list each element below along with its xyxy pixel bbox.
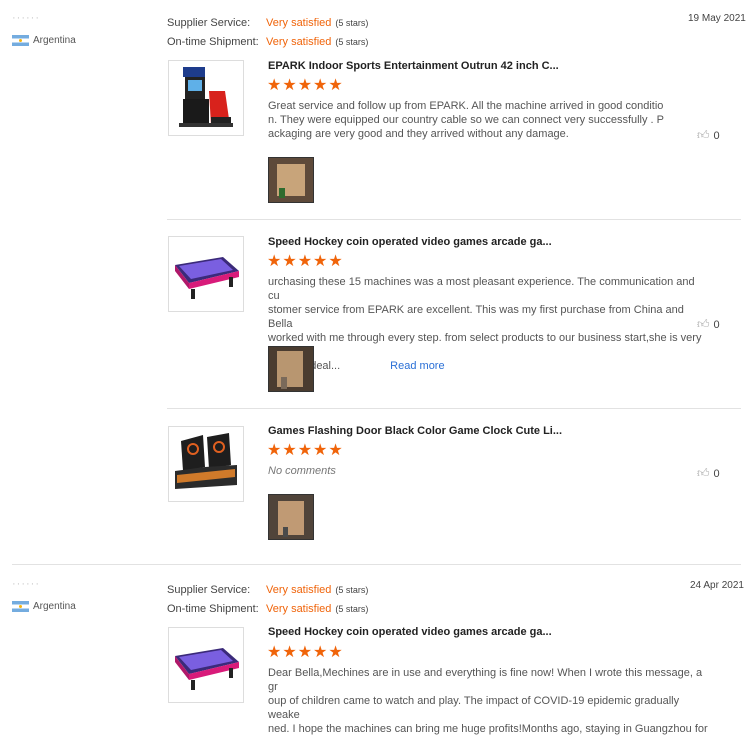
supplier-service-stars: (5 stars) <box>335 18 369 28</box>
product-title[interactable]: Speed Hockey coin operated video games a… <box>268 626 552 638</box>
air-hockey-image <box>169 237 243 311</box>
comment-line: worked with me through every step. from … <box>268 332 702 358</box>
product-star-rating: ★★★★★ <box>267 77 344 94</box>
product-divider <box>167 408 741 409</box>
supplier-service-rating: Supplier Service: <box>167 580 250 598</box>
buyer-name: ······ <box>12 12 40 24</box>
country-label: Argentina <box>33 35 76 47</box>
shipment-label: On-time Shipment: <box>167 36 259 48</box>
product-thumbnail[interactable] <box>168 60 244 136</box>
shipment-stars: (5 stars) <box>335 604 369 614</box>
buyer-name: ······ <box>12 578 40 590</box>
review-photo[interactable] <box>268 494 314 540</box>
comment-line: atient to deal...Read more <box>268 359 708 373</box>
review-photo[interactable] <box>268 346 314 392</box>
product-title[interactable]: EPARK Indoor Sports Entertainment Outrun… <box>268 60 559 72</box>
shipment-label: On-time Shipment: <box>167 603 259 615</box>
review-divider <box>12 564 741 565</box>
no-comments-text: No comments <box>268 465 336 477</box>
supplier-service-value: Very satisfied <box>266 17 332 29</box>
comment-line: ned. I hope the machines can bring me hu… <box>268 723 708 735</box>
read-more-link[interactable]: Read more <box>390 360 444 372</box>
crate-photo-image <box>269 347 313 391</box>
supplier-service-value: Very satisfied <box>266 584 332 596</box>
thumbs-up-icon: 👍︎ <box>697 317 710 331</box>
argentina-flag-icon <box>12 601 29 613</box>
review-comment: Great service and follow up from EPARK. … <box>268 99 698 141</box>
shipment-stars: (5 stars) <box>335 37 369 47</box>
comment-line: ackaging are very good and they arrived … <box>268 128 569 140</box>
review-comment: urchasing these 15 machines was a most p… <box>268 275 708 373</box>
product-title[interactable]: Speed Hockey coin operated video games a… <box>268 236 552 248</box>
product-thumbnail[interactable] <box>168 236 244 312</box>
supplier-service-stars: (5 stars) <box>335 585 369 595</box>
supplier-service-value-group: Very satisfied (5 stars) <box>266 580 368 598</box>
comment-line: Dear Bella,Mechines are in use and every… <box>268 667 703 693</box>
buyer-country: Argentina <box>12 32 76 50</box>
crate-photo-image <box>269 495 313 539</box>
product-star-rating: ★★★★★ <box>267 253 344 270</box>
comment-line: Great service and follow up from EPARK. … <box>268 100 664 112</box>
product-star-rating: ★★★★★ <box>267 442 344 459</box>
supplier-service-rating: Supplier Service: <box>167 13 250 31</box>
comment-line: urchasing these 15 machines was a most p… <box>268 276 695 302</box>
shipment-value: Very satisfied <box>266 603 332 615</box>
like-count: 0 <box>713 319 720 331</box>
review-photo[interactable] <box>268 157 314 203</box>
thumbs-up-icon: 👍︎ <box>697 466 710 480</box>
shipment-rating: On-time Shipment: <box>167 599 259 617</box>
product-star-rating: ★★★★★ <box>267 644 344 661</box>
like-count: 0 <box>713 468 720 480</box>
country-label: Argentina <box>33 601 76 613</box>
review-date: 19 May 2021 <box>688 13 746 24</box>
shipment-rating: On-time Shipment: <box>167 32 259 50</box>
supplier-service-label: Supplier Service: <box>167 584 251 596</box>
shipment-value: Very satisfied <box>266 36 332 48</box>
crate-photo-image <box>269 158 313 202</box>
comment-line: oup of children came to watch and play. … <box>268 695 680 721</box>
like-button[interactable]: 👍︎ 0 <box>697 466 720 481</box>
comment-line: n. They were equipped our country cable … <box>268 114 665 126</box>
air-hockey-image <box>169 628 243 702</box>
argentina-flag-icon <box>12 35 29 47</box>
comment-line: stomer service from EPARK are excellent.… <box>268 304 684 330</box>
arcade-racer-image <box>169 61 243 135</box>
supplier-service-value-group: Very satisfied (5 stars) <box>266 13 368 31</box>
review-comment: Dear Bella,Mechines are in use and every… <box>268 666 708 736</box>
supplier-service-label: Supplier Service: <box>167 17 251 29</box>
product-divider <box>167 219 741 220</box>
basketball-arcade-image <box>169 427 243 501</box>
like-button[interactable]: 👍︎ 0 <box>697 128 720 143</box>
shipment-value-group: Very satisfied (5 stars) <box>266 599 368 617</box>
like-count: 0 <box>713 130 720 142</box>
shipment-value-group: Very satisfied (5 stars) <box>266 32 368 50</box>
product-title[interactable]: Games Flashing Door Black Color Game Clo… <box>268 425 562 437</box>
thumbs-up-icon: 👍︎ <box>697 128 710 142</box>
like-button[interactable]: 👍︎ 0 <box>697 317 720 332</box>
review-date: 24 Apr 2021 <box>690 580 744 591</box>
product-thumbnail[interactable] <box>168 426 244 502</box>
buyer-country: Argentina <box>12 598 76 616</box>
product-thumbnail[interactable] <box>168 627 244 703</box>
